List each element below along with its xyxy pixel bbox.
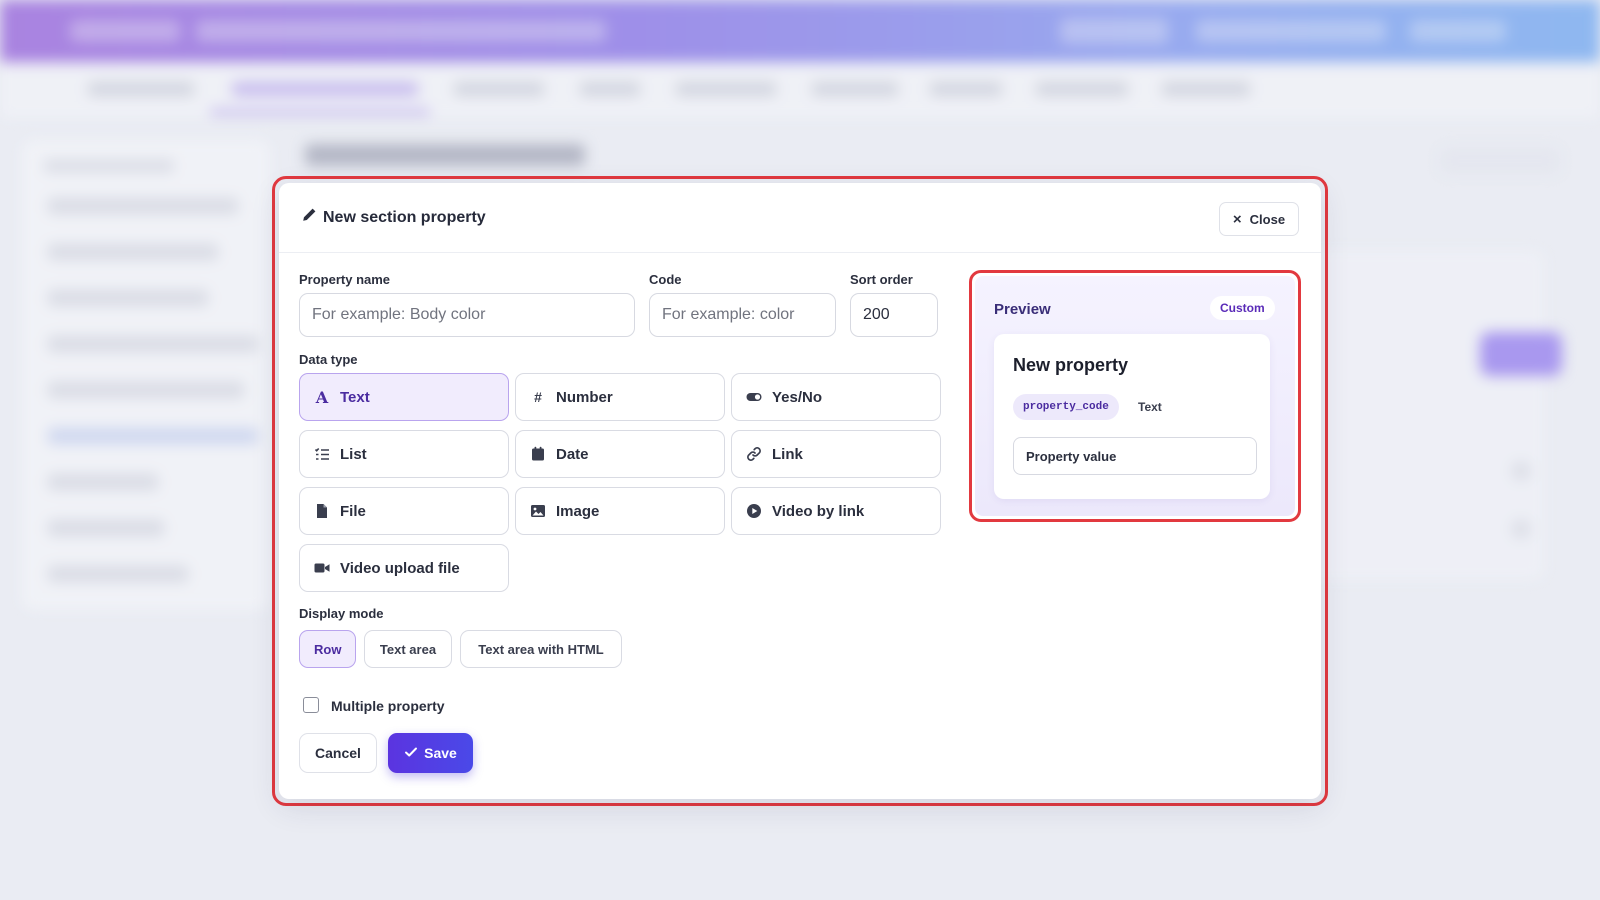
data-type-link[interactable]: Link — [731, 430, 941, 478]
data-type-list-label: List — [340, 445, 367, 463]
data-type-number[interactable]: # Number — [515, 373, 725, 421]
custom-badge: Custom — [1210, 296, 1275, 320]
data-type-date-label: Date — [556, 445, 589, 463]
preview-card: New property property_code Text — [994, 334, 1270, 499]
save-button[interactable]: Save — [388, 733, 473, 773]
hash-icon: # — [534, 389, 542, 405]
display-mode-label: Display mode — [299, 606, 384, 621]
multiple-property-checkbox[interactable] — [303, 697, 319, 713]
dialog-title: New section property — [301, 207, 486, 228]
check-icon — [404, 745, 418, 762]
display-mode-row[interactable]: Row — [299, 630, 356, 668]
close-icon: × — [1232, 210, 1242, 228]
preview-title: Preview — [994, 301, 1051, 318]
calendar-icon — [530, 446, 546, 462]
property-type-chip: Text — [1138, 400, 1162, 414]
text-icon: A — [315, 387, 329, 407]
property-value-input[interactable] — [1013, 437, 1257, 475]
data-type-video-upload-file[interactable]: Video upload file — [299, 544, 509, 592]
list-icon — [314, 446, 330, 462]
property-code-chip: property_code — [1013, 394, 1119, 420]
link-icon — [746, 446, 762, 462]
play-icon — [746, 503, 762, 519]
data-type-file-label: File — [340, 502, 366, 520]
data-type-text[interactable]: A Text — [299, 373, 509, 421]
code-input[interactable] — [649, 293, 836, 337]
image-icon — [530, 503, 546, 519]
cancel-button[interactable]: Cancel — [299, 733, 377, 773]
property-name-label: Property name — [299, 272, 391, 287]
data-type-yes-no[interactable]: Yes/No — [731, 373, 941, 421]
data-type-image-label: Image — [556, 502, 600, 520]
data-type-file[interactable]: File — [299, 487, 509, 535]
close-label: Close — [1249, 211, 1286, 227]
data-type-yes-no-label: Yes/No — [772, 388, 823, 406]
dialog-header: New section property × Close — [279, 183, 1321, 253]
preview-panel: Preview Custom New property property_cod… — [975, 276, 1295, 516]
video-camera-icon — [314, 560, 330, 576]
display-mode-text-area[interactable]: Text area — [364, 630, 452, 668]
code-label: Code — [649, 272, 682, 287]
save-label: Save — [424, 745, 457, 761]
preview-card-title: New property — [1013, 355, 1129, 375]
data-type-image[interactable]: Image — [515, 487, 725, 535]
data-type-label: Data type — [299, 352, 358, 367]
multiple-property-label: Multiple property — [331, 698, 445, 714]
data-type-text-label: Text — [340, 388, 370, 406]
dialog-title-text: New section property — [323, 208, 486, 226]
close-button[interactable]: × Close — [1219, 202, 1299, 236]
property-name-input[interactable] — [299, 293, 635, 337]
sort-order-input[interactable] — [850, 293, 938, 337]
pencil-icon — [301, 207, 317, 228]
data-type-video-upload-file-label: Video upload file — [340, 559, 460, 577]
display-mode-text-area-html[interactable]: Text area with HTML — [460, 630, 622, 668]
sort-order-label: Sort order — [850, 272, 913, 287]
data-type-date[interactable]: Date — [515, 430, 725, 478]
data-type-video-by-link-label: Video by link — [772, 502, 865, 520]
data-type-list[interactable]: List — [299, 430, 509, 478]
data-type-number-label: Number — [556, 388, 613, 406]
data-type-link-label: Link — [772, 445, 803, 463]
toggle-icon — [746, 389, 762, 405]
file-icon — [314, 503, 330, 519]
data-type-video-by-link[interactable]: Video by link — [731, 487, 941, 535]
